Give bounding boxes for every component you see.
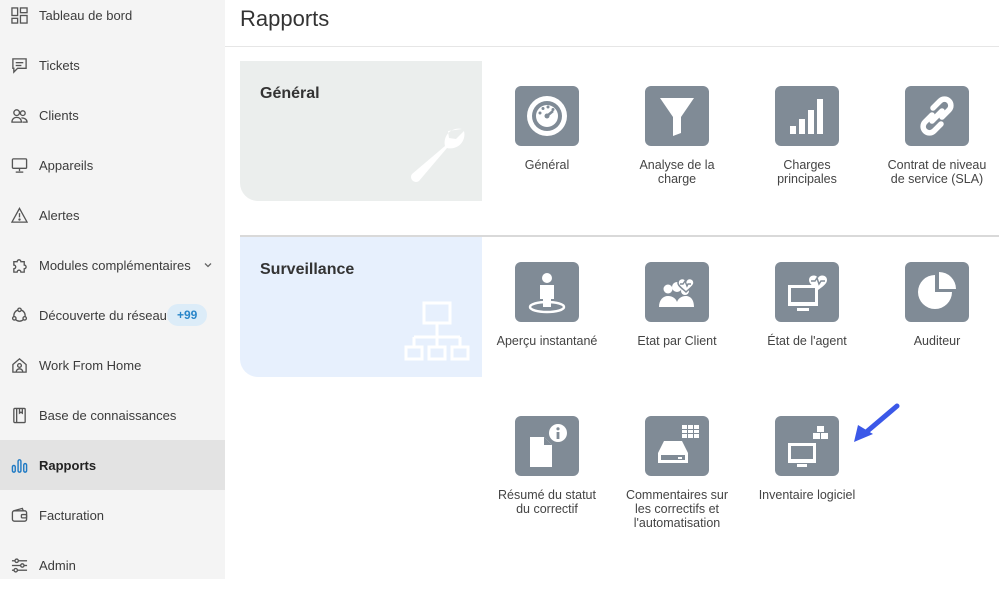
sidebar-item-label: Modules complémentaires [39,257,191,273]
tile-label: Contrat de niveau de service (SLA) [887,158,987,186]
report-tile-main-loads[interactable]: Charges principales [752,86,862,186]
sidebar-item-knowledge-base[interactable]: Base de connaissances [0,390,225,440]
tile-label: État de l'agent [767,334,847,348]
category-card-surveillance: Surveillance [240,237,482,377]
ticket-icon [10,56,28,74]
puzzle-icon [10,256,28,274]
tile-label: Charges principales [777,158,837,186]
main-content: Rapports Général Général Analyse de la c… [225,0,999,579]
sidebar-item-label: Appareils [39,157,94,173]
category-card-general: Général [240,61,482,201]
wallet-icon [10,506,28,524]
report-tile-snapshot[interactable]: Aperçu instantané [492,262,602,348]
report-tile-agent-state[interactable]: État de l'agent [752,262,862,348]
person-snapshot-icon [515,262,579,322]
wrench-icon [411,128,465,182]
sidebar-item-label: Découverte du réseau [39,307,167,323]
sliders-icon [10,556,28,574]
sidebar-item-label: Facturation [39,507,105,523]
sidebar-item-clients[interactable]: Clients [0,90,225,140]
sidebar-item-label: Tickets [39,57,80,73]
sidebar-item-addons[interactable]: Modules complémentaires [0,240,225,290]
sidebar-item-label: Clients [39,107,79,123]
sidebar: Tableau de bord Tickets Clients Appareil… [0,0,225,579]
sidebar-item-alerts[interactable]: Alertes [0,190,225,240]
sidebar-item-admin[interactable]: Admin [0,540,225,590]
monitor-icon [10,156,28,174]
page-title: Rapports [240,6,330,31]
pie-chart-icon [905,262,969,322]
report-tile-auditor[interactable]: Auditeur [882,262,992,348]
sidebar-item-label: Work From Home [39,357,142,373]
chevron-down-icon[interactable] [203,260,213,270]
dashboard-icon [10,6,28,24]
tile-label: Inventaire logiciel [758,488,856,502]
sidebar-item-label: Alertes [39,207,80,223]
tile-label: Général [524,158,570,172]
annotation-arrow-icon [854,403,900,442]
gauge-icon [515,86,579,146]
report-tile-general[interactable]: Général [492,86,602,172]
sidebar-item-label: Tableau de bord [39,7,133,23]
sidebar-item-devices[interactable]: Appareils [0,140,225,190]
sidebar-item-billing[interactable]: Facturation [0,490,225,540]
drive-table-icon [645,416,709,476]
network-discovery-icon [10,306,28,324]
tile-label: Résumé du statut du correctif [498,488,596,516]
report-tile-load-analysis[interactable]: Analyse de la charge [622,86,732,186]
tile-label: Auditeur [913,334,961,348]
report-tile-sla[interactable]: Contrat de niveau de service (SLA) [882,86,992,186]
sidebar-item-tickets[interactable]: Tickets [0,40,225,90]
sidebar-item-dashboard[interactable]: Tableau de bord [0,0,225,40]
home-user-icon [10,356,28,374]
sidebar-item-label: Rapports [39,457,97,473]
sidebar-item-network-discovery[interactable]: Découverte du réseau +99 [0,290,225,340]
report-tile-software-inventory[interactable]: Inventaire logiciel [752,416,862,502]
tile-label: Commentaires sur les correctifs et l'aut… [625,488,729,530]
link-icon [905,86,969,146]
funnel-icon [645,86,709,146]
sidebar-item-label: Admin [39,557,76,573]
sidebar-item-work-from-home[interactable]: Work From Home [0,340,225,390]
report-tile-patch-comments[interactable]: Commentaires sur les correctifs et l'aut… [622,416,732,530]
tile-label: Etat par Client [637,334,717,348]
alert-triangle-icon [10,206,28,224]
report-tile-patch-status[interactable]: Résumé du statut du correctif [492,416,602,516]
sidebar-item-reports[interactable]: Rapports [0,440,225,490]
bar-chart-icon [10,456,28,474]
sidebar-item-label: Base de connaissances [39,407,177,423]
tile-label: Analyse de la charge [639,158,715,186]
tile-label: Aperçu instantané [496,334,598,348]
network-tree-icon [404,301,470,361]
header-divider [225,46,999,47]
category-title: Général [260,85,320,102]
clients-icon [10,106,28,124]
monitor-boxes-icon [775,416,839,476]
count-badge: +99 [167,304,208,326]
category-title: Surveillance [260,261,355,278]
document-info-icon [515,416,579,476]
report-tile-state-by-client[interactable]: Etat par Client [622,262,732,348]
group-health-icon [645,262,709,322]
monitor-health-icon [775,262,839,322]
signal-bars-icon [775,86,839,146]
book-icon [10,406,28,424]
